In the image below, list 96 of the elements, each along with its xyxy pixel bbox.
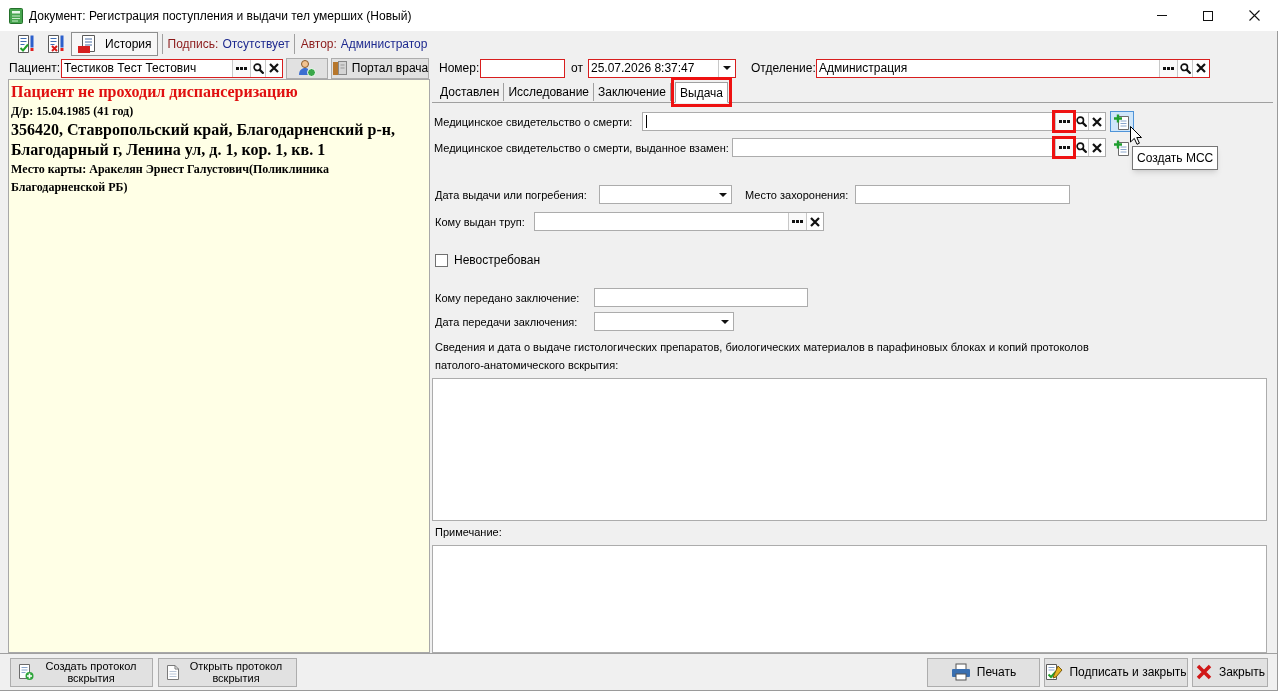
lookup-field[interactable]: Администрация [816,58,1210,78]
more-icon [1059,146,1070,149]
checkbox[interactable] [435,253,448,267]
document-plus-icon [1114,113,1130,130]
document-cross-icon [46,34,66,54]
patient-address: 356420, Ставропольский край, Благодарненский р-н, Благодарный г, Ленина ул, д. 1, кор. 1, кв. 1 [11,121,395,158]
field-label: Дата передачи заключения: [435,315,578,328]
more-icon [236,66,247,70]
open-protocol-button[interactable]: Открыть протокол вскрытия [158,657,297,687]
caret-icon [718,192,727,197]
close-icon [1248,10,1260,21]
document-check-icon [16,34,36,54]
input-field[interactable] [594,288,808,307]
search-button[interactable] [1177,59,1192,77]
doctor-portal-button[interactable]: Портал врача [331,57,429,79]
clear-button[interactable] [806,213,823,230]
tab[interactable]: Выдача [675,82,728,103]
window-title: Документ: Регистрация поступления и выдачи тел умерших (Новый) [29,7,412,25]
add-button[interactable] [1110,111,1134,132]
patient-detail: Д/р: 15.04.1985 (41 год) [11,104,134,118]
field-label: от [571,61,583,75]
more-icon [1163,66,1174,70]
close-button[interactable]: Закрыть [1192,657,1268,687]
search-icon [1075,116,1087,127]
lookup-field[interactable] [534,212,824,231]
search-button[interactable] [1073,113,1088,130]
field-label: Отделение: [751,61,816,75]
cross-icon [1092,142,1102,153]
date-picker[interactable]: 25.07.2026 8:37:47 [588,58,736,78]
field-label: Кому выдан труп: [435,215,525,228]
create-protocol-button[interactable]: Создать протокол вскрытия [10,657,153,687]
maximize-icon [1203,10,1213,21]
field-label: Пациент: [9,61,60,75]
field-label: Дата выдачи или погребения: [435,188,587,201]
sign-and-close-button[interactable]: Подписать и закрыть [1044,657,1188,687]
field-label: Номер: [439,61,480,75]
print-button[interactable]: Печать [927,657,1040,687]
cross-icon [1092,116,1102,127]
lookup-field[interactable]: Тестиков Тест Тестович [61,58,283,78]
tab[interactable]: Заключение [594,83,671,101]
signature-value: Отсутствует [222,36,290,53]
book-icon [331,60,348,76]
caret-icon [720,319,729,324]
more-button[interactable] [232,59,250,77]
clear-button[interactable] [1088,139,1105,156]
input-field[interactable]: Тестиков Тест Тестович [62,59,232,77]
close-icon [1194,663,1213,681]
printer-icon [950,663,971,681]
field-label: Медицинское свидетельство о смерти, выданное взамен: [434,141,729,154]
patient-card-button[interactable] [286,57,328,79]
signature-label: Подпись: [167,36,219,53]
text-cursor-icon [646,115,647,128]
patient-detail: Место карты: Аракелян Эрнест Галустович(Поликлиника Благодарненской РБ) [11,162,329,194]
input-field[interactable] [480,58,565,78]
input-field[interactable] [855,185,1070,204]
lookup-field[interactable] [642,112,1106,131]
tab[interactable]: Исследование [504,83,594,101]
tab[interactable]: Доставлен [436,83,505,101]
clear-button[interactable] [1088,113,1105,130]
date-field[interactable]: 25.07.2026 8:37:47 [589,59,718,77]
input-field[interactable]: Администрация [817,59,1159,77]
author-value: Администратор [340,36,428,53]
notebook-icon [9,7,23,24]
minimize-icon [1157,15,1167,16]
caret-icon [723,66,731,70]
more-icon [1059,120,1070,123]
more-button[interactable] [1159,59,1177,77]
document-plus-icon [1114,139,1130,156]
more-button[interactable] [788,213,806,230]
cross-icon [810,216,820,227]
document-plus-icon [18,663,34,681]
document-icon [166,663,180,681]
history-button[interactable]: История [71,32,158,56]
lookup-field[interactable] [732,138,1106,157]
mouse-cursor-icon [1130,126,1142,145]
checkbox-label: Невостребован [454,252,541,269]
cross-icon [1196,63,1206,73]
search-button[interactable] [250,59,265,77]
warning-text: Пациент не проходил диспансеризацию [11,83,298,100]
field-label: Место захоронения: [745,188,849,201]
user-icon [298,59,316,77]
field-label: Сведения и дата о выдаче гистологических препаратов, биологических материалов в парафиновых блоках и копий протоколов патолого-анатомического вскрытия: [435,341,1089,371]
search-icon [1179,62,1191,74]
search-icon [252,62,264,74]
search-icon [1075,142,1087,153]
search-button[interactable] [1073,139,1088,156]
field-label: Медицинское свидетельство о смерти: [434,115,633,128]
cross-icon [269,63,279,73]
clear-button[interactable] [1192,59,1209,77]
field-label: Примечание: [435,525,502,541]
tooltip: Создать МСС [1132,146,1219,170]
field-label: Кому передано заключение: [435,291,580,304]
author-label: Автор: [300,36,337,53]
clear-button[interactable] [265,59,282,77]
more-icon [792,220,803,223]
document-pen-icon [1045,663,1064,681]
